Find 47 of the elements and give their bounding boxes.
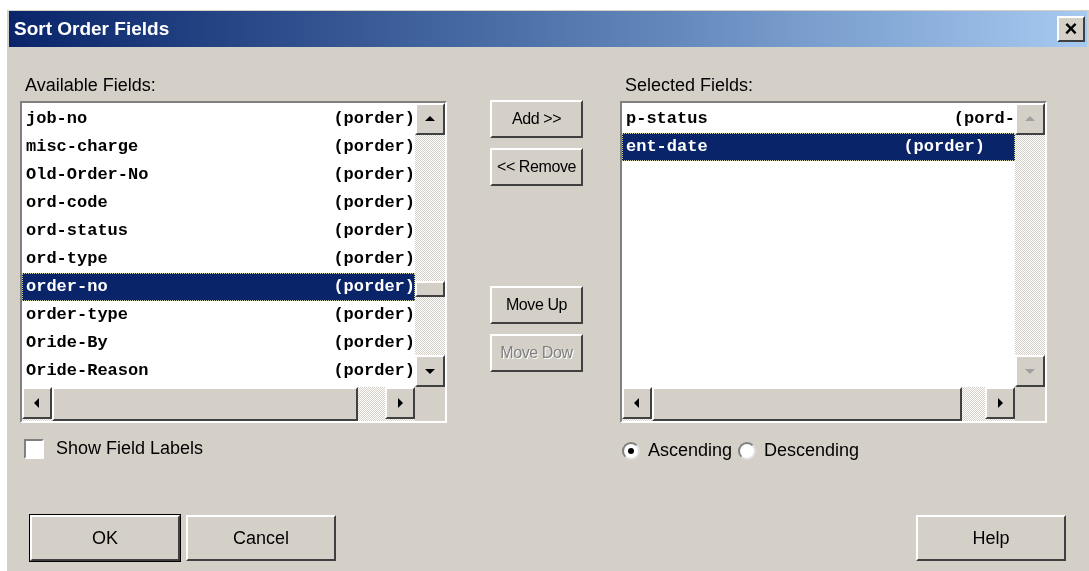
scroll-down-icon[interactable]	[415, 355, 445, 387]
list-item[interactable]: p-status (pord-	[622, 105, 1015, 133]
list-item[interactable]: ord-type (porder)	[22, 245, 415, 273]
list-item[interactable]: job-no (porder)	[22, 105, 415, 133]
radio-button[interactable]	[738, 441, 757, 460]
horizontal-scrollbar[interactable]	[22, 387, 415, 421]
list-box[interactable]: p-status (pord- ent-date (porder)	[620, 101, 1047, 423]
list-item[interactable]: Old-Order-No (porder)	[22, 161, 415, 189]
radio-option[interactable]: Descending	[738, 437, 860, 464]
list-item[interactable]: ord-code (porder)	[22, 189, 415, 217]
horizontal-scrollbar[interactable]	[622, 387, 1015, 421]
scrollbar-thumb[interactable]	[652, 387, 962, 421]
scroll-right-icon[interactable]	[385, 387, 415, 419]
list-label: Available Fields:	[25, 74, 157, 96]
radio-button[interactable]	[622, 441, 640, 460]
list-item[interactable]: order-type (porder)	[22, 301, 415, 329]
list-item[interactable]: ord-status (porder)	[22, 217, 415, 245]
scrollbar-thumb[interactable]	[52, 387, 358, 421]
scroll-right-icon[interactable]	[985, 387, 1015, 419]
list-item[interactable]: Oride-By (porder)	[22, 329, 415, 357]
list-item[interactable]: Oride-Reason (porder)	[22, 357, 415, 385]
action-button[interactable]: << Remove	[490, 148, 583, 186]
scroll-left-icon[interactable]	[22, 387, 52, 419]
dialog-button[interactable]: Cancel	[186, 515, 336, 561]
scrollbar-corner	[1015, 387, 1045, 421]
scroll-down-icon[interactable]	[1015, 355, 1045, 387]
vertical-scrollbar[interactable]	[415, 103, 445, 387]
action-button[interactable]: Add >>	[490, 100, 583, 138]
list-item[interactable]: misc-charge (porder)	[22, 133, 415, 161]
scrollbar-thumb[interactable]	[415, 281, 445, 297]
dialog-button[interactable]: OK	[30, 515, 180, 561]
vertical-scrollbar[interactable]	[1015, 103, 1045, 387]
scrollbar-corner	[415, 387, 445, 421]
checkbox[interactable]	[24, 438, 44, 459]
list-label: Selected Fields:	[625, 74, 755, 96]
list-item[interactable]: order-no (porder)	[22, 273, 415, 301]
list-box[interactable]: job-no (porder) misc-charge (porder) Old-Order-No (porder) ord-code (porder) ord-status (porder) ord-type (porder) order-no (porder) order-type (porder) Oride-By (porder) Oride-Reason (porder)	[20, 101, 447, 423]
checkbox-row[interactable]: Show Field Labels	[24, 435, 447, 462]
scroll-up-icon[interactable]	[1015, 103, 1045, 135]
scroll-up-icon[interactable]	[415, 103, 445, 135]
dialog-button[interactable]: Help	[916, 515, 1066, 561]
radio-option[interactable]: Ascending	[622, 437, 733, 464]
window-title: Sort Order Fields	[14, 16, 170, 41]
close-button[interactable]: ×	[1057, 16, 1085, 42]
scroll-left-icon[interactable]	[622, 387, 652, 419]
list-item[interactable]: ent-date (porder)	[622, 133, 1015, 161]
action-button[interactable]: Move Up	[490, 286, 583, 324]
